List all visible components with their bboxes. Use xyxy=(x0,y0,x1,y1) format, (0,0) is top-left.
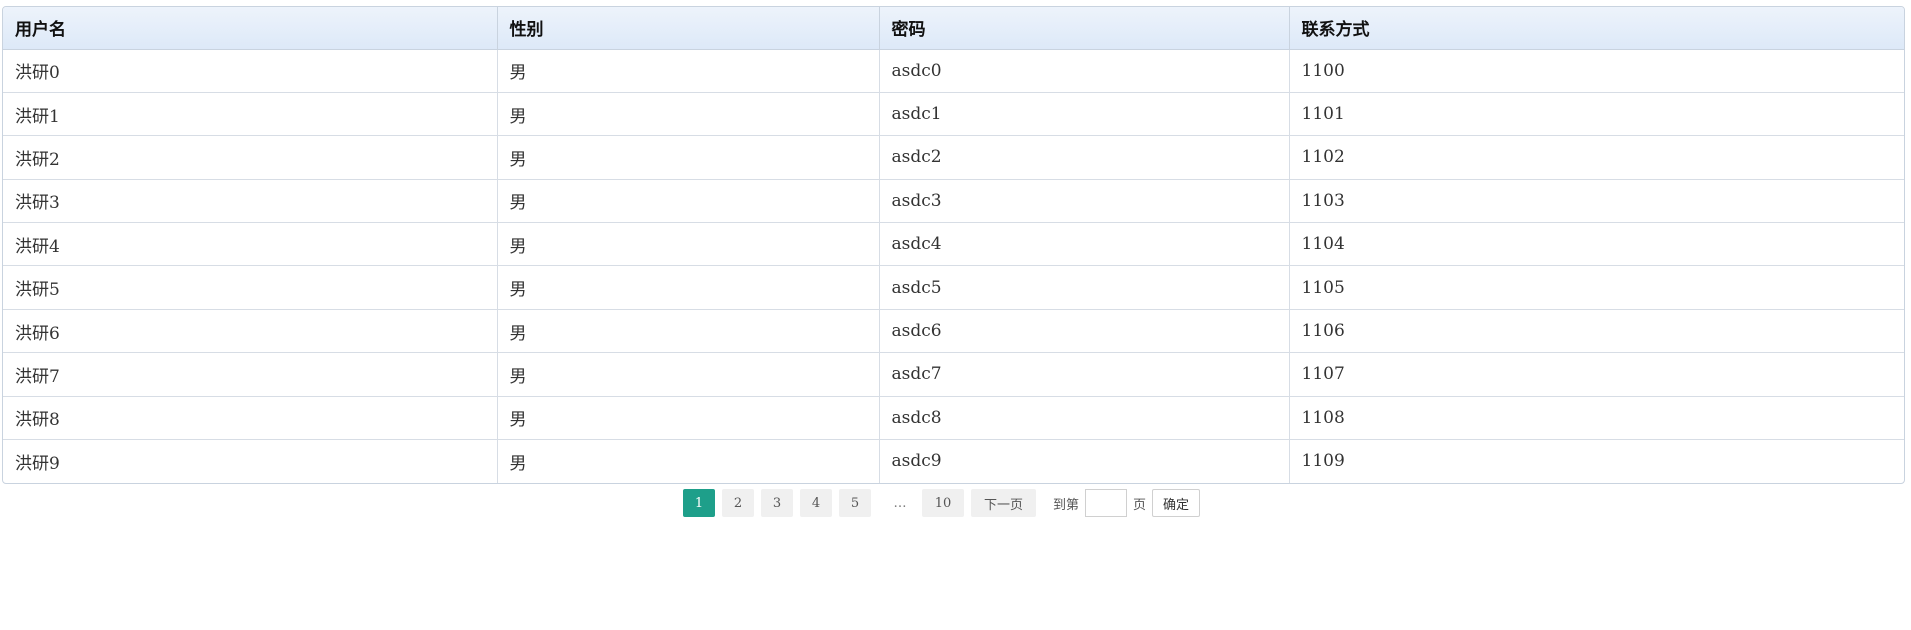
cell-password: asdc3 xyxy=(879,179,1290,224)
cell-contact: 1109 xyxy=(1301,451,1345,472)
table-body: 洪研0 男 asdc0 1100 洪研1 男 asdc1 1101 洪研2 男 … xyxy=(3,49,1904,483)
page-button-1[interactable]: 1 xyxy=(683,489,715,517)
cell-username: 洪研6 xyxy=(3,309,498,354)
header-gender[interactable]: 性别 xyxy=(497,7,880,50)
cell-contact: 1108 xyxy=(1289,396,1904,441)
goto-label: 到第 xyxy=(1053,497,1080,513)
user-table-container: 用户名 性别 密码 联系方式 洪研0 男 asdc0 1100 洪研1 男 as… xyxy=(2,6,1905,484)
goto-page-input[interactable] xyxy=(1085,489,1128,517)
page-button-3[interactable]: 3 xyxy=(761,489,793,517)
cell-contact: 1101 xyxy=(1289,92,1904,137)
header-row: 用户名 性别 密码 联系方式 xyxy=(3,7,1904,50)
table-row[interactable]: 洪研8 男 asdc8 1108 xyxy=(3,396,1904,441)
pagination: 1 2 3 4 5 … 10 下一页 到第 页 确定 xyxy=(683,488,1201,518)
cell-username: 洪研2 xyxy=(3,135,498,180)
page-button-2[interactable]: 2 xyxy=(722,489,754,517)
cell-gender: 男 xyxy=(497,92,880,137)
cell-password: asdc5 xyxy=(879,265,1290,310)
page-button-5[interactable]: 5 xyxy=(839,489,871,517)
cell-username: 洪研8 xyxy=(3,396,498,441)
table-row[interactable]: 洪研6 男 asdc6 1106 xyxy=(3,309,1904,354)
confirm-button[interactable]: 确定 xyxy=(1152,489,1201,517)
cell-password: asdc8 xyxy=(879,396,1290,441)
page-button-last[interactable]: 10 xyxy=(922,489,964,517)
table-row[interactable]: 洪研5 男 asdc5 1105 xyxy=(3,265,1904,310)
cell-username: 洪研5 xyxy=(3,265,498,310)
cell-password: asdc7 xyxy=(879,352,1290,397)
table-row[interactable]: 洪研2 男 asdc2 1102 xyxy=(3,135,1904,180)
table-row[interactable]: 洪研7 男 asdc7 1107 xyxy=(3,352,1904,397)
cell-username: 洪研4 xyxy=(3,222,498,267)
cell-gender: 男 xyxy=(497,49,880,93)
table-row[interactable]: 洪研1 男 asdc1 1101 xyxy=(3,92,1904,137)
table-header: 用户名 性别 密码 联系方式 xyxy=(3,7,1904,50)
header-contact[interactable]: 联系方式 xyxy=(1289,7,1904,50)
header-username[interactable]: 用户名 xyxy=(3,7,498,50)
cell-password: asdc6 xyxy=(879,309,1290,354)
cell-gender: 男 xyxy=(497,352,880,397)
cell-password: asdc0 xyxy=(879,49,1290,93)
cell-contact: 1104 xyxy=(1289,222,1904,267)
cell-gender: 男 xyxy=(497,265,880,310)
cell-gender: 男 xyxy=(497,135,880,180)
user-table: 用户名 性别 密码 联系方式 洪研0 男 asdc0 1100 洪研1 男 as… xyxy=(3,7,1904,483)
cell-contact: 1106 xyxy=(1289,309,1904,354)
cell-contact: 1100 xyxy=(1289,49,1904,93)
page-button-4[interactable]: 4 xyxy=(800,489,832,517)
table-row[interactable]: 洪研3 男 asdc3 1103 xyxy=(3,179,1904,224)
cell-password: asdc4 xyxy=(879,222,1290,267)
cell-contact: 1102 xyxy=(1289,135,1904,180)
cell-contact: 1107 xyxy=(1289,352,1904,397)
cell-password: asdc2 xyxy=(879,135,1290,180)
table-row[interactable]: 洪研4 男 asdc4 1104 xyxy=(3,222,1904,267)
cell-gender: 男 xyxy=(497,309,880,354)
table-row[interactable]: 洪研0 男 asdc0 1100 xyxy=(3,49,1904,93)
cell-username: 洪研3 xyxy=(3,179,498,224)
cell-gender: 男 xyxy=(497,439,880,483)
pagination-ellipsis: … xyxy=(893,495,907,511)
cell-gender: 男 xyxy=(497,396,880,441)
cell-password: asdc9 xyxy=(879,439,1290,483)
cell-username: 洪研1 xyxy=(3,92,498,137)
cell-contact: 1105 xyxy=(1289,265,1904,310)
cell-username: 洪研7 xyxy=(3,352,498,397)
cell-password: asdc1 xyxy=(879,92,1290,137)
header-password[interactable]: 密码 xyxy=(879,7,1290,50)
cell-contact: 1103 xyxy=(1289,179,1904,224)
cell-gender: 男 xyxy=(497,222,880,267)
cell-username: 洪研0 xyxy=(3,49,498,93)
page-unit-label: 页 xyxy=(1133,497,1147,513)
cell-gender: 男 xyxy=(497,179,880,224)
cell-username: 洪研9 xyxy=(3,439,498,483)
table-row[interactable]: 洪研9 男 asdc9 1109 xyxy=(3,439,1904,483)
next-page-button[interactable]: 下一页 xyxy=(971,489,1036,517)
